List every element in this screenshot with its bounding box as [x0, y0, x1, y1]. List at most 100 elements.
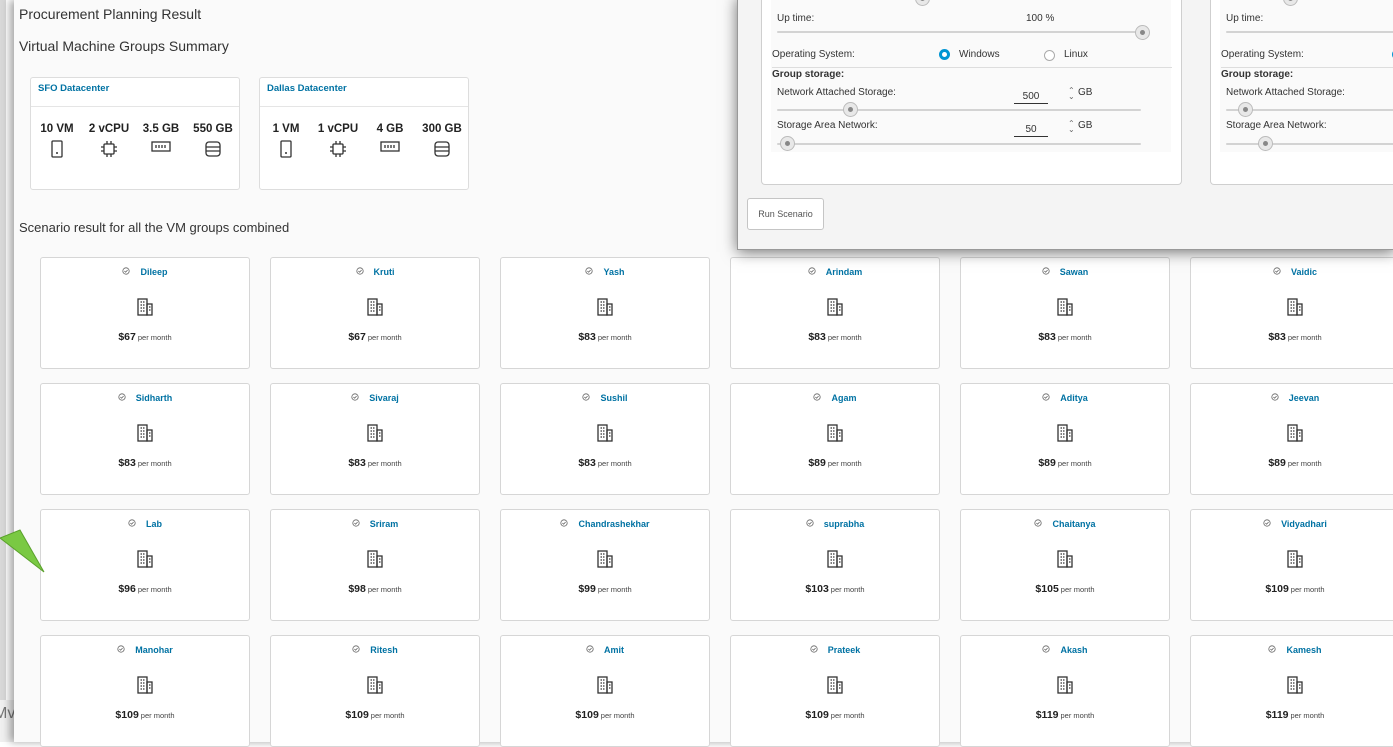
- result-name[interactable]: Jeevan: [1289, 393, 1320, 403]
- scenario-result-card[interactable]: Sidharth $83 per month: [40, 383, 250, 495]
- check-circle-icon: [355, 267, 364, 277]
- result-name[interactable]: Akash: [1060, 645, 1087, 655]
- result-name[interactable]: Sriram: [370, 519, 399, 529]
- result-name[interactable]: Lab: [146, 519, 162, 529]
- result-price: $89 per month: [961, 453, 1169, 471]
- result-header: Sivaraj: [271, 393, 479, 403]
- result-name[interactable]: Chandrashekhar: [578, 519, 649, 529]
- san-unit: GB: [1078, 120, 1093, 131]
- building-icon: [597, 298, 613, 316]
- scenario-result-card[interactable]: Dileep $67 per month: [40, 257, 250, 369]
- price-amount: $83: [578, 331, 596, 343]
- cpu-slider-thumb[interactable]: [915, 0, 930, 6]
- scenario-result-card[interactable]: suprabha $103 per month: [730, 509, 940, 621]
- scenario-result-card[interactable]: Manohar $109 per month: [40, 635, 250, 747]
- scenario-result-card[interactable]: Prateek $109 per month: [730, 635, 940, 747]
- scenario-result-card[interactable]: Amit $109 per month: [500, 635, 710, 747]
- result-name[interactable]: Kruti: [374, 267, 395, 277]
- result-name[interactable]: Sidharth: [136, 393, 173, 403]
- price-unit: per month: [830, 711, 865, 720]
- uptime-slider-thumb[interactable]: [1135, 25, 1150, 40]
- uptime-slider-track[interactable]: [777, 31, 1145, 33]
- datacenter-stat-storage: 550 GB: [187, 123, 239, 158]
- san-slider-track-2[interactable]: [1226, 143, 1393, 145]
- result-name[interactable]: Ritesh: [370, 645, 398, 655]
- result-price: $98 per month: [271, 579, 479, 597]
- os-linux-label[interactable]: Linux: [1064, 49, 1088, 60]
- result-name[interactable]: Vidyadhari: [1281, 519, 1327, 529]
- vm-group-settings-body-2: Up time: Operating System: Group storage…: [1220, 0, 1393, 152]
- stat-value: 4 GB: [376, 123, 404, 135]
- san-slider-thumb-2[interactable]: [1258, 136, 1273, 151]
- check-circle-icon: [122, 267, 131, 277]
- result-name[interactable]: suprabha: [824, 519, 865, 529]
- result-name[interactable]: Sawan: [1060, 267, 1089, 277]
- os-windows-label[interactable]: Windows: [959, 49, 1000, 60]
- nas-slider-thumb[interactable]: [843, 102, 858, 117]
- nas-slider-track[interactable]: [777, 109, 1141, 111]
- san-stepper[interactable]: ⌃ ⌄: [1068, 120, 1075, 134]
- result-name[interactable]: Agam: [831, 393, 856, 403]
- check-circle-icon: [128, 519, 136, 529]
- price-unit: per month: [1287, 333, 1322, 342]
- scenario-result-card[interactable]: Sriram $98 per month: [270, 509, 480, 621]
- stat-value: 1 vCPU: [317, 123, 359, 135]
- san-slider-thumb[interactable]: [780, 136, 795, 151]
- cpu-slider-thumb-2[interactable]: [1283, 0, 1298, 6]
- scenario-result-card[interactable]: Kruti $67 per month: [270, 257, 480, 369]
- divider-2: [1221, 67, 1393, 68]
- datacenter-stat-vm: 1 VM: [260, 123, 312, 158]
- building-icon: [827, 298, 843, 316]
- result-name[interactable]: Sivaraj: [369, 393, 399, 403]
- result-name[interactable]: Yash: [603, 267, 624, 277]
- nas-stepper[interactable]: ⌃ ⌄: [1068, 87, 1075, 101]
- scenario-result-card[interactable]: Sushil $83 per month: [500, 383, 710, 495]
- result-price: $83 per month: [41, 453, 249, 471]
- san-slider-track[interactable]: [777, 143, 1141, 145]
- scenario-result-card[interactable]: Vaidic $83 per month: [1190, 257, 1393, 369]
- scenario-result-card[interactable]: Aditya $89 per month: [960, 383, 1170, 495]
- scenario-result-card[interactable]: Lab $96 per month: [40, 509, 250, 621]
- result-price: $67 per month: [271, 327, 479, 345]
- scenario-result-card[interactable]: Sivaraj $83 per month: [270, 383, 480, 495]
- result-name[interactable]: Aditya: [1060, 393, 1088, 403]
- scenario-result-card[interactable]: Arindam $83 per month: [730, 257, 940, 369]
- scenario-result-card[interactable]: Sawan $83 per month: [960, 257, 1170, 369]
- run-scenario-button[interactable]: Run Scenario: [747, 198, 824, 230]
- scenario-result-card[interactable]: Jeevan $89 per month: [1190, 383, 1393, 495]
- san-label-2: Storage Area Network:: [1226, 120, 1327, 131]
- result-name[interactable]: Dileep: [140, 267, 167, 277]
- price-amount: $109: [115, 709, 139, 721]
- os-windows-radio[interactable]: [939, 49, 950, 60]
- building-icon: [137, 550, 153, 568]
- scenario-result-card[interactable]: Yash $83 per month: [500, 257, 710, 369]
- result-name[interactable]: Manohar: [135, 645, 173, 655]
- scenario-result-card[interactable]: Ritesh $109 per month: [270, 635, 480, 747]
- result-name[interactable]: Kamesh: [1286, 645, 1321, 655]
- result-price: $99 per month: [501, 579, 709, 597]
- result-name[interactable]: Vaidic: [1291, 267, 1317, 277]
- price-amount: $83: [578, 457, 596, 469]
- result-name[interactable]: Arindam: [826, 267, 863, 277]
- uptime-slider-track-2[interactable]: [1226, 31, 1393, 33]
- check-circle-icon: [351, 393, 359, 403]
- result-name[interactable]: Prateek: [828, 645, 861, 655]
- stat-value: 2 vCPU: [88, 123, 130, 135]
- nas-input[interactable]: 500: [1014, 91, 1048, 104]
- price-unit: per month: [140, 711, 175, 720]
- result-name[interactable]: Chaitanya: [1052, 519, 1095, 529]
- price-amount: $99: [578, 583, 596, 595]
- scenario-result-card[interactable]: Vidyadhari $109 per month: [1190, 509, 1393, 621]
- os-label: Operating System:: [772, 49, 855, 60]
- scenario-result-card[interactable]: Agam $89 per month: [730, 383, 940, 495]
- server-icon: [31, 140, 83, 158]
- result-name[interactable]: Amit: [604, 645, 624, 655]
- san-input[interactable]: 50: [1014, 124, 1048, 137]
- scenario-result-card[interactable]: Chandrashekhar $99 per month: [500, 509, 710, 621]
- result-name[interactable]: Sushil: [600, 393, 627, 403]
- scenario-result-card[interactable]: Kamesh $119 per month: [1190, 635, 1393, 747]
- scenario-result-card[interactable]: Chaitanya $105 per month: [960, 509, 1170, 621]
- scenario-result-card[interactable]: Akash $119 per month: [960, 635, 1170, 747]
- nas-slider-thumb-2[interactable]: [1238, 102, 1253, 117]
- os-linux-radio[interactable]: [1044, 50, 1055, 61]
